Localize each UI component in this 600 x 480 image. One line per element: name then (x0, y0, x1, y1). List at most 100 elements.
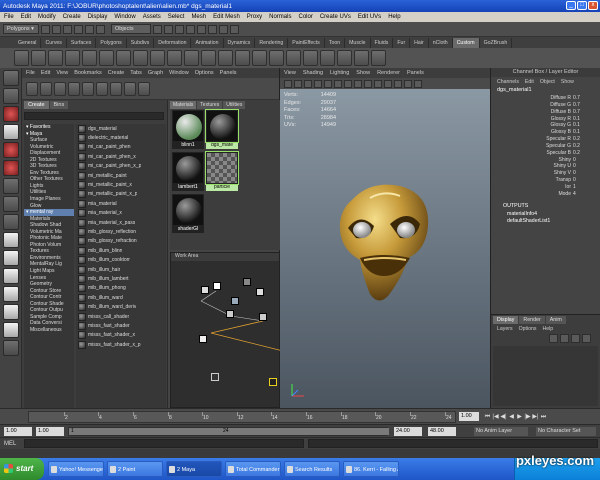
new-scene-icon[interactable] (41, 24, 50, 34)
smooth-shade-icon[interactable] (364, 79, 372, 88)
menu-edit-mesh[interactable]: Edit Mesh (213, 14, 240, 20)
clear-graph-icon[interactable] (96, 81, 108, 96)
menu-display[interactable]: Display (88, 14, 108, 20)
hypershade-menu-create[interactable]: Create (108, 70, 125, 76)
output-node[interactable]: materialInfo4 (491, 211, 600, 218)
layout-outliner-icon[interactable] (3, 286, 19, 302)
render-settings-icon[interactable] (230, 24, 239, 34)
list-item[interactable]: mib_illum_lambert (76, 274, 166, 283)
hypershade-menu-options[interactable]: Options (195, 70, 214, 76)
viewport-menu-renderer[interactable]: Renderer (377, 70, 400, 76)
list-item[interactable]: mib_illum_blinn (76, 246, 166, 255)
command-input[interactable] (24, 439, 304, 448)
list-item[interactable]: dgs_material (76, 124, 166, 133)
shelf-tool-icon[interactable] (286, 50, 301, 66)
attribute-row[interactable]: Glossy B 0.1 (491, 129, 600, 136)
attribute-value[interactable]: 0 (573, 163, 595, 170)
list-item[interactable]: mi_car_paint_phen_x_p (76, 162, 166, 171)
attribute-value[interactable]: 0.7 (573, 109, 595, 116)
hypershade-menu-window[interactable]: Window (169, 70, 189, 76)
hypershade-menu-file[interactable]: File (26, 70, 35, 76)
list-item[interactable]: mi_metallic_paint (76, 171, 166, 180)
open-scene-icon[interactable] (52, 24, 61, 34)
shelf-tab-deformation[interactable]: Deformation (154, 37, 192, 48)
list-item[interactable]: mib_illum_ward_deriv (76, 302, 166, 312)
minimize-button[interactable]: _ (566, 1, 576, 10)
move-layer-up-icon[interactable] (549, 334, 558, 343)
shelf-tool-icon[interactable] (337, 50, 352, 66)
hypershade-menu-view[interactable]: View (56, 70, 68, 76)
channel-menu-object[interactable]: Object (540, 79, 555, 85)
move-tool-icon[interactable] (3, 124, 19, 140)
attribute-row[interactable]: Specular G 0.2 (491, 143, 600, 150)
layout-custom-icon[interactable] (3, 340, 19, 356)
shelf-tab-rendering[interactable]: Rendering (255, 37, 289, 48)
taskbar-button[interactable]: 2 Maya (166, 461, 222, 477)
shelf-tool-icon[interactable] (252, 50, 267, 66)
attribute-row[interactable]: Glossy G 0.1 (491, 122, 600, 129)
menu-edit[interactable]: Edit (21, 14, 31, 20)
time-ruler[interactable]: 2 4 6 8 10 12 14 16 18 20 22 24 (28, 411, 456, 423)
menu-file[interactable]: File (4, 14, 14, 20)
channel-menu-channels[interactable]: Channels (497, 79, 519, 85)
shelf-tab-custom[interactable]: Custom (452, 37, 480, 48)
viewport-menu-shading[interactable]: Shading (303, 70, 323, 76)
layout-graph-icon[interactable] (3, 304, 19, 320)
attribute-row[interactable]: Diffuse R 0.7 (491, 95, 600, 102)
layout-two-icon[interactable] (3, 268, 19, 284)
paint-select-tool-icon[interactable] (3, 106, 19, 122)
menu-help[interactable]: Help (388, 14, 400, 20)
bookmarks-icon[interactable] (304, 79, 312, 88)
grid-icon[interactable] (324, 79, 332, 88)
layout-four-icon[interactable] (3, 250, 19, 266)
show-top-tabs-icon[interactable] (40, 81, 52, 96)
graph-materials-icon[interactable] (82, 81, 94, 96)
snap-point-icon[interactable] (175, 24, 184, 34)
scale-tool-icon[interactable] (3, 160, 19, 176)
input-connections-icon[interactable] (110, 81, 122, 96)
layer-tab-anim[interactable]: Anim (545, 315, 566, 324)
go-to-end-icon[interactable]: ⏭ (540, 413, 547, 421)
graph-node[interactable] (231, 297, 239, 305)
shelf-tab-subdivs[interactable]: Subdivs (127, 37, 155, 48)
viewport-menu-show[interactable]: Show (356, 70, 370, 76)
attribute-row[interactable]: Shiny 0 (491, 157, 600, 164)
shelf-tool-icon[interactable] (48, 50, 63, 66)
hypershade-menu-panels[interactable]: Panels (220, 70, 237, 76)
attribute-value[interactable]: 0.1 (573, 116, 595, 123)
menu-create-uvs[interactable]: Create UVs (320, 14, 351, 20)
shelf-tool-icon[interactable] (65, 50, 80, 66)
layer-tab-render[interactable]: Render (519, 315, 545, 324)
shelf-tab-toon[interactable]: Toon (325, 37, 346, 48)
attribute-value[interactable]: 0.2 (573, 143, 595, 150)
maximize-button[interactable]: □ (577, 1, 587, 10)
shelf-tool-icon[interactable] (150, 50, 165, 66)
snap-curve-icon[interactable] (164, 24, 173, 34)
viewport-menu-view[interactable]: View (284, 70, 296, 76)
list-item[interactable]: mib_glossy_refraction (76, 237, 166, 246)
output-node[interactable]: defaultShaderList1 (491, 218, 600, 225)
wireframe-icon[interactable] (354, 79, 362, 88)
start-button[interactable]: start (0, 458, 44, 480)
shadows-icon[interactable] (394, 79, 402, 88)
shelf-tab-animation[interactable]: Animation (191, 37, 224, 48)
attribute-value[interactable]: 1 (573, 184, 595, 191)
new-empty-layer-icon[interactable] (571, 334, 580, 343)
tab-textures[interactable]: Textures (197, 100, 223, 109)
layer-menu-options[interactable]: Options (519, 326, 537, 332)
attribute-row[interactable]: Specular R 0.2 (491, 136, 600, 143)
layer-menu-help[interactable]: Help (542, 326, 553, 332)
select-object-icon[interactable] (85, 24, 94, 34)
attribute-row[interactable]: Transp 0 (491, 177, 600, 184)
list-item[interactable]: mib_illum_ward (76, 293, 166, 302)
shelf-tab-hair[interactable]: Hair (410, 37, 429, 48)
list-item[interactable]: mi_car_paint_phen_x (76, 152, 166, 161)
menu-normals[interactable]: Normals (269, 14, 291, 20)
current-frame-field[interactable]: 1.00 (459, 412, 479, 421)
shelf-tool-icon[interactable] (133, 50, 148, 66)
play-forward-icon[interactable]: ▶ (516, 413, 523, 421)
attribute-value[interactable]: 0.7 (573, 102, 595, 109)
history-icon[interactable] (197, 24, 206, 34)
new-layer-selected-icon[interactable] (582, 334, 591, 343)
material-swatch[interactable]: particle (205, 151, 239, 192)
